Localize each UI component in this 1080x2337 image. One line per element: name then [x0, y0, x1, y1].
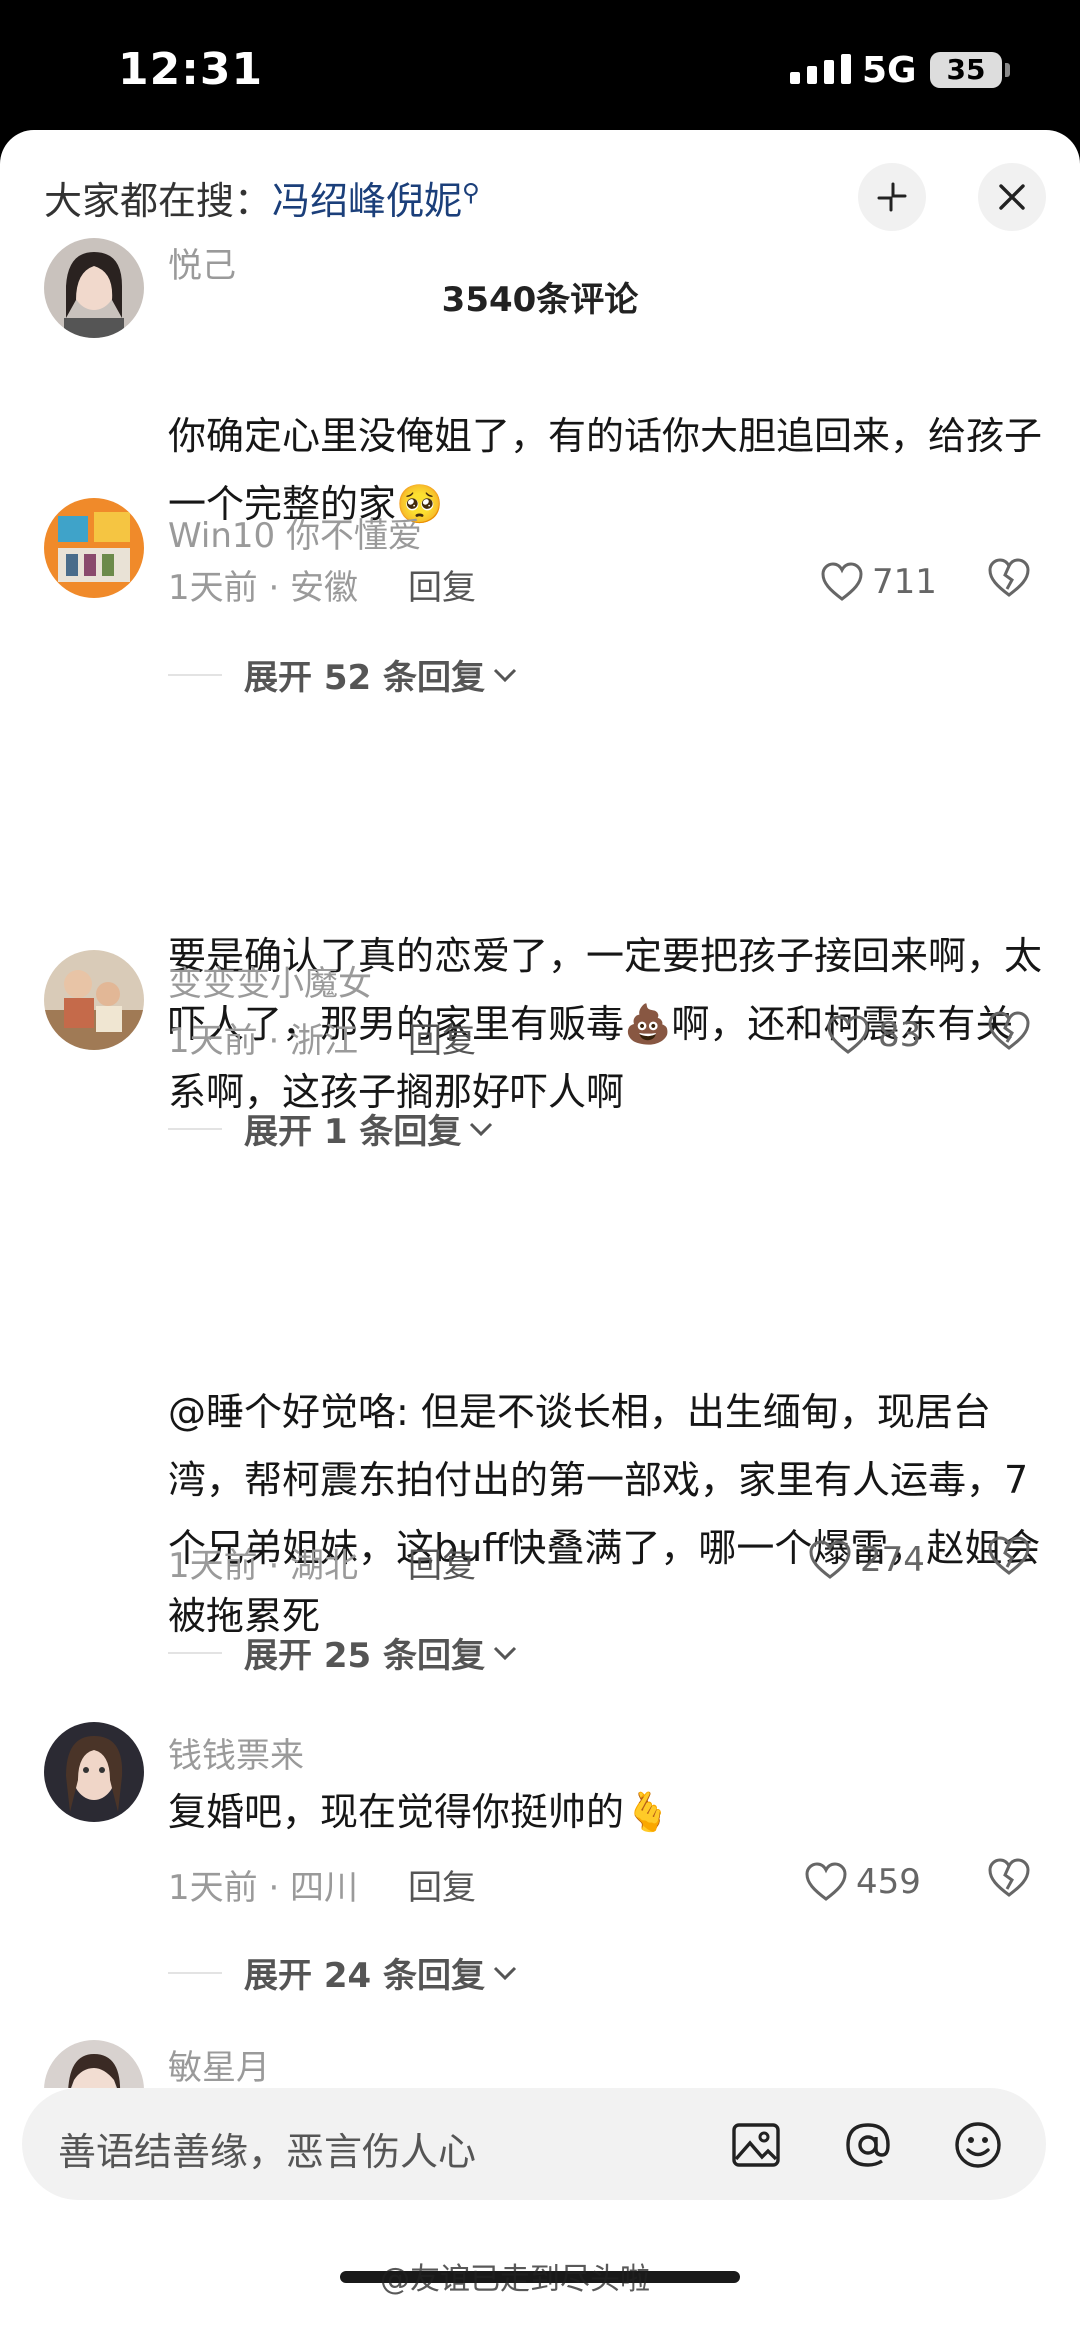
expand-replies-label: 展开 1 条回复	[244, 1112, 462, 1152]
chevron-down-icon	[493, 1966, 517, 1980]
close-icon	[999, 184, 1025, 210]
trending-search-keyword[interactable]: 冯绍峰倪妮	[272, 179, 462, 223]
comment-meta: 1天前 · 湖北	[168, 1546, 359, 1586]
heart-icon	[809, 1540, 851, 1579]
comment-meta: 1天前 · 四川	[168, 1868, 359, 1908]
broken-heart-icon	[988, 1536, 1030, 1575]
dislike-button[interactable]	[986, 1535, 1036, 1585]
status-time: 12:31	[118, 44, 264, 95]
comment-sheet: 大家都在搜：冯绍峰倪妮⚲ 3540条评论 悦己 你确定心里没俺姐了，有的话你大胆…	[0, 130, 1080, 2337]
reply-button[interactable]: 回复	[408, 1860, 476, 1909]
expand-replies-button[interactable]: 展开 25 条回复	[168, 1628, 519, 1677]
at-icon[interactable]	[842, 2119, 894, 2171]
comment-item: Win10 你不懂爱	[0, 498, 1080, 618]
image-icon[interactable]	[730, 2119, 782, 2171]
expand-replies-label: 展开 52 条回复	[244, 658, 485, 698]
expand-replies-button[interactable]: 展开 24 条回复	[168, 1948, 519, 1997]
comment-username[interactable]: 钱钱票来	[168, 1728, 304, 1777]
chevron-down-icon	[493, 668, 517, 682]
chevron-down-icon	[493, 1646, 517, 1660]
comment-input-area: 善语结善缘，恶言伤人心 @友谊已走到尽头啦	[0, 2088, 1080, 2337]
comment-username[interactable]: Win10 你不懂爱	[168, 508, 422, 557]
chevron-down-icon	[470, 1122, 493, 1136]
comment-username[interactable]: 悦己	[168, 238, 236, 287]
comment-username[interactable]: 变变变小魔女	[168, 956, 372, 1005]
divider-line	[168, 673, 222, 676]
avatar[interactable]	[44, 498, 144, 598]
divider-line	[168, 1651, 222, 1654]
broken-heart-icon	[988, 1858, 1030, 1897]
shrink-icon	[877, 182, 907, 212]
trending-search-prefix: 大家都在搜：	[44, 179, 273, 223]
comment-username[interactable]: 敏星月	[168, 2040, 270, 2089]
like-count: 459	[856, 1862, 921, 1902]
avatar[interactable]	[44, 1722, 144, 1822]
reply-button[interactable]: 回复	[408, 1538, 476, 1587]
status-bar: 12:31 5G 35	[0, 0, 1080, 130]
battery-icon: 35	[930, 52, 1010, 88]
watermark: @友谊已走到尽头啦	[380, 2262, 650, 2297]
avatar[interactable]	[44, 238, 144, 338]
trending-search[interactable]: 大家都在搜：冯绍峰倪妮⚲	[44, 170, 480, 225]
expand-replies-button[interactable]: 展开 52 条回复	[168, 650, 519, 699]
dislike-button[interactable]	[986, 1857, 1036, 1907]
network-type: 5G	[862, 50, 917, 91]
expand-replies-label: 展开 25 条回复	[244, 1636, 485, 1676]
expand-replies-button[interactable]: 展开 1 条回复	[168, 1104, 495, 1153]
comment-text: @睡个好觉咯: 但是不谈长相，出生缅甸，现居台湾，帮柯震东拍付出的第一部戏，家里…	[168, 1390, 1041, 1638]
signal-icon	[790, 54, 851, 84]
comment-text: 复婚吧，现在觉得你挺帅的🫰	[168, 1790, 672, 1834]
heart-icon	[805, 1862, 847, 1901]
close-button[interactable]	[978, 163, 1046, 231]
shrink-button[interactable]	[858, 163, 926, 231]
comment-input-placeholder: 善语结善缘，恶言伤人心	[58, 2130, 477, 2174]
comment-item: 变变变小魔女	[0, 950, 1080, 1070]
divider-line	[168, 1127, 222, 1130]
comment-input[interactable]: 善语结善缘，恶言伤人心	[22, 2088, 1046, 2200]
divider-line	[168, 1971, 222, 1974]
emoji-icon[interactable]	[952, 2119, 1004, 2171]
avatar[interactable]	[44, 950, 144, 1050]
expand-replies-label: 展开 24 条回复	[244, 1956, 485, 1996]
search-icon: ⚲	[462, 178, 480, 207]
like-button[interactable]: 274	[808, 1535, 925, 1585]
like-button[interactable]: 459	[804, 1857, 921, 1907]
like-count: 274	[860, 1540, 925, 1580]
